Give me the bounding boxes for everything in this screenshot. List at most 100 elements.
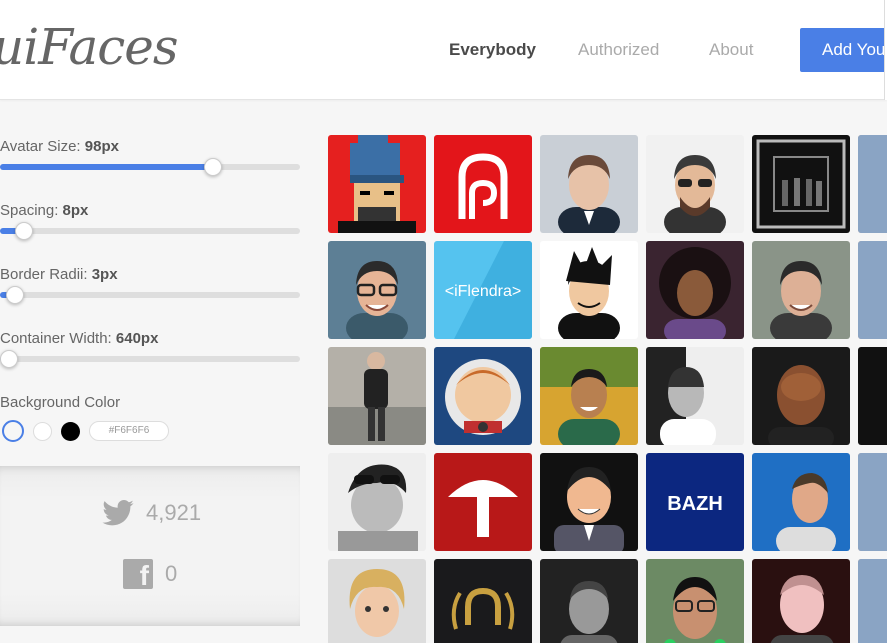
add-your-face-button[interactable]: Add Your: [800, 28, 887, 72]
avatar-tile[interactable]: [646, 135, 744, 233]
settings-sidebar: Avatar Size: 98px Spacing: 8px Border Ra…: [0, 100, 300, 643]
avatar-tile[interactable]: [752, 135, 850, 233]
border-radii-label: Border Radii: 3px: [0, 266, 118, 283]
avatar-tile[interactable]: [328, 453, 426, 551]
avatar-size-slider[interactable]: [0, 158, 300, 176]
avatar-image: [752, 347, 850, 445]
avatar-image: [858, 347, 887, 445]
avatar-tile[interactable]: [646, 559, 744, 643]
twitter-share[interactable]: 4,921: [102, 500, 201, 526]
avatar-image: [646, 135, 744, 233]
avatar-tile[interactable]: [858, 241, 887, 339]
avatar-image: [858, 559, 887, 643]
avatar-tile[interactable]: [328, 241, 426, 339]
avatar-tile[interactable]: [858, 453, 887, 551]
avatar-image: <iFlendra>: [434, 241, 532, 339]
facebook-count: 0: [165, 561, 178, 586]
container-width-control: Container Width: 640px: [0, 330, 300, 368]
avatar-tile[interactable]: [752, 453, 850, 551]
twitter-icon: [102, 500, 134, 526]
nav-everybody[interactable]: Everybody: [449, 40, 536, 60]
facebook-share[interactable]: f 0: [123, 559, 177, 589]
swatch-black[interactable]: [61, 421, 80, 441]
container-width-slider[interactable]: [0, 350, 300, 368]
avatar-image: [434, 559, 532, 643]
avatar-tile[interactable]: [328, 135, 426, 233]
avatar-size-label: Avatar Size: 98px: [0, 138, 119, 155]
slider-thumb[interactable]: [204, 158, 222, 176]
nav-authorized[interactable]: Authorized: [578, 40, 659, 60]
avatar-image: [434, 135, 532, 233]
hex-color-input[interactable]: #F6F6F6: [89, 421, 169, 441]
avatar-tile[interactable]: [540, 453, 638, 551]
avatar-image: [540, 347, 638, 445]
avatar-image: [328, 135, 426, 233]
avatar-tile[interactable]: [752, 559, 850, 643]
avatar-tile[interactable]: [328, 559, 426, 643]
container-width-label: Container Width: 640px: [0, 330, 159, 347]
avatar-image: [646, 347, 744, 445]
swatch-white[interactable]: [33, 421, 52, 441]
logo[interactable]: uiFaces: [0, 18, 179, 76]
social-share-box: 4,921 f 0: [0, 466, 300, 626]
avatar-tile[interactable]: [434, 347, 532, 445]
avatar-image: [434, 347, 532, 445]
slider-thumb[interactable]: [15, 222, 33, 240]
avatar-image: [328, 453, 426, 551]
avatar-tile[interactable]: [540, 347, 638, 445]
avatar-tile[interactable]: [434, 559, 532, 643]
avatar-tile[interactable]: [646, 241, 744, 339]
avatar-image: [328, 347, 426, 445]
twitter-count: 4,921: [146, 500, 202, 525]
avatar-image: [328, 559, 426, 643]
avatar-image: BAZH: [646, 453, 744, 551]
nav-about[interactable]: About: [709, 40, 753, 60]
avatar-image: [752, 559, 850, 643]
avatar-tile[interactable]: [858, 135, 887, 233]
facebook-icon: f: [123, 559, 153, 589]
avatar-image: [752, 453, 850, 551]
border-radii-slider[interactable]: [0, 286, 300, 304]
border-radii-control: Border Radii: 3px: [0, 266, 300, 304]
avatar-image: [646, 559, 744, 643]
avatar-image: [540, 453, 638, 551]
avatar-image: [752, 135, 850, 233]
avatar-tile[interactable]: [858, 347, 887, 445]
color-swatches: #F6F6F6: [2, 420, 169, 442]
avatar-grid: <iFlendra> BAZH: [328, 135, 887, 643]
avatar-tile[interactable]: [858, 559, 887, 643]
avatar-image: [540, 559, 638, 643]
avatar-image: [858, 241, 887, 339]
swatch-current[interactable]: [2, 420, 24, 442]
avatar-text: BAZH: [667, 493, 723, 515]
avatar-tile[interactable]: [646, 347, 744, 445]
avatar-image: [858, 135, 887, 233]
avatar-tile[interactable]: <iFlendra>: [434, 241, 532, 339]
slider-thumb[interactable]: [0, 350, 18, 368]
avatar-tile[interactable]: [540, 241, 638, 339]
avatar-image: [328, 241, 426, 339]
slider-fill: [0, 164, 213, 170]
avatar-tile[interactable]: [752, 241, 850, 339]
avatar-tile[interactable]: [328, 347, 426, 445]
slider-thumb[interactable]: [6, 286, 24, 304]
avatar-tile[interactable]: [434, 135, 532, 233]
background-color-label: Background Color: [0, 394, 121, 411]
avatar-tile[interactable]: [434, 453, 532, 551]
spacing-slider[interactable]: [0, 222, 300, 240]
background-color-control: Background Color: [0, 394, 300, 411]
avatar-image: [858, 453, 887, 551]
avatar-image: [540, 135, 638, 233]
avatar-image: [434, 453, 532, 551]
avatar-tile[interactable]: [540, 559, 638, 643]
top-header: uiFaces Everybody Authorized About Add Y…: [0, 0, 887, 100]
avatar-tile[interactable]: [752, 347, 850, 445]
avatar-image: [752, 241, 850, 339]
avatar-image: [540, 241, 638, 339]
avatar-image: [646, 241, 744, 339]
avatar-text: <iFlendra>: [445, 283, 522, 300]
spacing-control: Spacing: 8px: [0, 202, 300, 240]
avatar-tile[interactable]: [540, 135, 638, 233]
avatar-size-control: Avatar Size: 98px: [0, 138, 300, 176]
avatar-tile[interactable]: BAZH: [646, 453, 744, 551]
